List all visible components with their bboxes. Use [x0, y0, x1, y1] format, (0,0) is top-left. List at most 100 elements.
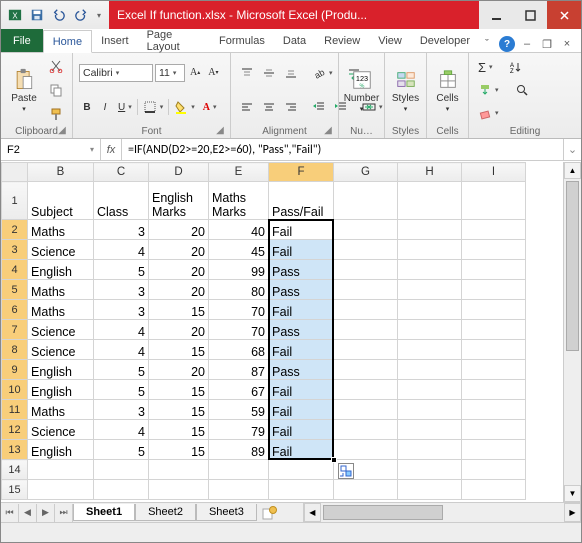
- cell-B14[interactable]: [28, 460, 94, 480]
- cell-C2[interactable]: 3: [94, 220, 149, 240]
- decrease-font-icon[interactable]: A▾: [205, 64, 221, 82]
- minimize-button[interactable]: [479, 1, 513, 29]
- cell-I14[interactable]: [462, 460, 526, 480]
- row-header-2[interactable]: 2: [2, 220, 28, 240]
- cell-I15[interactable]: [462, 480, 526, 500]
- excel-icon[interactable]: X: [5, 5, 25, 25]
- cell-B2[interactable]: Maths: [28, 220, 94, 240]
- tab-developer[interactable]: Developer: [411, 29, 479, 52]
- cell-E15[interactable]: [209, 480, 269, 500]
- cell-F14[interactable]: [269, 460, 334, 480]
- cell-D12[interactable]: 15: [149, 420, 209, 440]
- increase-font-icon[interactable]: A▴: [187, 64, 203, 82]
- close-button[interactable]: [547, 1, 581, 29]
- cell-D9[interactable]: 20: [149, 360, 209, 380]
- cell-H8[interactable]: [398, 340, 462, 360]
- vertical-scrollbar[interactable]: ▲ ▼: [563, 162, 581, 502]
- cell-E2[interactable]: 40: [209, 220, 269, 240]
- tab-insert[interactable]: Insert: [92, 29, 138, 52]
- cell-G3[interactable]: [334, 240, 398, 260]
- row-header-10[interactable]: 10: [2, 380, 28, 400]
- redo-icon[interactable]: [71, 5, 91, 25]
- row-header-5[interactable]: 5: [2, 280, 28, 300]
- cell-H12[interactable]: [398, 420, 462, 440]
- cell-D10[interactable]: 15: [149, 380, 209, 400]
- column-header-E[interactable]: E: [209, 163, 269, 182]
- tab-view[interactable]: View: [369, 29, 411, 52]
- cell-G13[interactable]: [334, 440, 398, 460]
- cell-E13[interactable]: 89: [209, 440, 269, 460]
- column-header-H[interactable]: H: [398, 163, 462, 182]
- maximize-button[interactable]: [513, 1, 547, 29]
- autofill-options-button[interactable]: [338, 463, 354, 479]
- cell-C1[interactable]: Class: [94, 182, 149, 220]
- cell-G11[interactable]: [334, 400, 398, 420]
- cell-B10[interactable]: English: [28, 380, 94, 400]
- cell-H9[interactable]: [398, 360, 462, 380]
- cell-C10[interactable]: 5: [94, 380, 149, 400]
- cell-B12[interactable]: Science: [28, 420, 94, 440]
- cell-C15[interactable]: [94, 480, 149, 500]
- cell-H11[interactable]: [398, 400, 462, 420]
- cell-E10[interactable]: 67: [209, 380, 269, 400]
- row-header-12[interactable]: 12: [2, 420, 28, 440]
- cells-button[interactable]: Cells▾: [431, 55, 464, 125]
- sheet-tab-2[interactable]: Sheet2: [135, 504, 196, 521]
- cell-F10[interactable]: Fail: [269, 380, 334, 400]
- scroll-left-button[interactable]: ◀: [304, 503, 321, 522]
- cell-G10[interactable]: [334, 380, 398, 400]
- name-box[interactable]: F2▾: [1, 139, 101, 160]
- column-header-C[interactable]: C: [94, 163, 149, 182]
- format-painter-icon[interactable]: [46, 105, 66, 123]
- cell-C6[interactable]: 3: [94, 300, 149, 320]
- cell-B1[interactable]: Subject: [28, 182, 94, 220]
- save-icon[interactable]: [27, 5, 47, 25]
- cell-E1[interactable]: MathsMarks: [209, 182, 269, 220]
- row-header-9[interactable]: 9: [2, 360, 28, 380]
- alignment-dialog-launcher[interactable]: ◢: [322, 125, 334, 137]
- column-header-G[interactable]: G: [334, 163, 398, 182]
- horizontal-scrollbar[interactable]: ◀ ▶: [303, 503, 581, 522]
- cell-E6[interactable]: 70: [209, 300, 269, 320]
- cell-E14[interactable]: [209, 460, 269, 480]
- tab-formulas[interactable]: Formulas: [210, 29, 274, 52]
- scroll-right-button[interactable]: ▶: [564, 503, 581, 522]
- font-size-select[interactable]: 11: [155, 64, 185, 82]
- align-center-icon[interactable]: [259, 98, 279, 116]
- align-left-icon[interactable]: [237, 98, 257, 116]
- cell-F15[interactable]: [269, 480, 334, 500]
- font-dialog-launcher[interactable]: ◢: [214, 125, 226, 137]
- cell-I13[interactable]: [462, 440, 526, 460]
- workbook-restore-icon[interactable]: ❐: [539, 36, 555, 52]
- cell-D11[interactable]: 15: [149, 400, 209, 420]
- cell-I12[interactable]: [462, 420, 526, 440]
- cell-H4[interactable]: [398, 260, 462, 280]
- autosum-icon[interactable]: Σ: [475, 58, 496, 76]
- cell-H10[interactable]: [398, 380, 462, 400]
- row-header-1[interactable]: 1: [2, 182, 28, 220]
- cell-D7[interactable]: 20: [149, 320, 209, 340]
- cell-E8[interactable]: 68: [209, 340, 269, 360]
- cell-B15[interactable]: [28, 480, 94, 500]
- cell-H13[interactable]: [398, 440, 462, 460]
- row-header-14[interactable]: 14: [2, 460, 28, 480]
- cell-C13[interactable]: 5: [94, 440, 149, 460]
- cell-D8[interactable]: 15: [149, 340, 209, 360]
- scroll-up-button[interactable]: ▲: [564, 162, 581, 179]
- cell-F6[interactable]: Fail: [269, 300, 334, 320]
- workbook-close-icon[interactable]: ×: [559, 36, 575, 52]
- cell-D2[interactable]: 20: [149, 220, 209, 240]
- cell-E3[interactable]: 45: [209, 240, 269, 260]
- cell-D5[interactable]: 20: [149, 280, 209, 300]
- cell-B8[interactable]: Science: [28, 340, 94, 360]
- cell-B6[interactable]: Maths: [28, 300, 94, 320]
- tab-file[interactable]: File: [1, 29, 43, 52]
- align-right-icon[interactable]: [281, 98, 301, 116]
- cell-H6[interactable]: [398, 300, 462, 320]
- cell-F13[interactable]: Fail: [269, 440, 334, 460]
- align-bottom-icon[interactable]: [281, 64, 301, 82]
- sheet-tab-1[interactable]: Sheet1: [73, 504, 135, 521]
- decrease-indent-icon[interactable]: [309, 98, 329, 116]
- column-header-D[interactable]: D: [149, 163, 209, 182]
- cell-I10[interactable]: [462, 380, 526, 400]
